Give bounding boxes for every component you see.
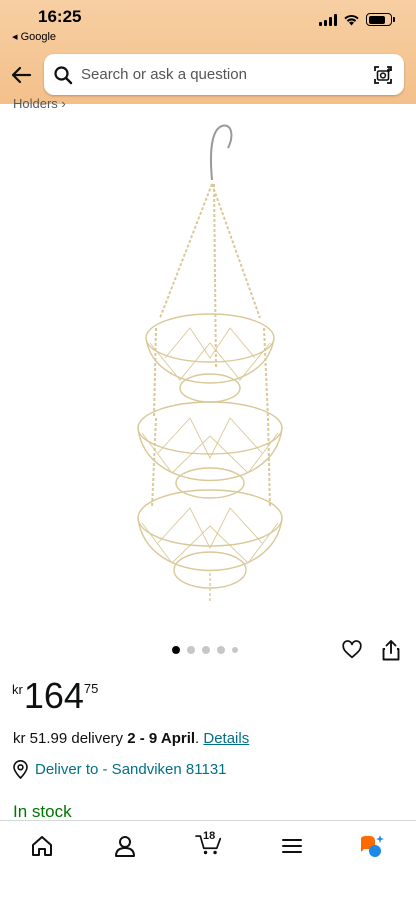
delivery-fee: kr 51.99 delivery (13, 730, 124, 747)
status-icons (319, 13, 395, 26)
product-price: kr 164 75 (12, 676, 98, 716)
carousel-dot[interactable] (232, 647, 238, 653)
price-fraction: 75 (83, 681, 99, 696)
delivery-info: kr 51.99 delivery 2 - 9 April. Details (13, 730, 250, 747)
location-pin-icon (13, 760, 28, 779)
search-icon (54, 65, 73, 84)
product-image[interactable] (110, 118, 310, 618)
carousel-dot[interactable] (217, 646, 225, 654)
cellular-signal-icon (319, 13, 337, 26)
cart-count-badge: 18 (203, 830, 216, 842)
account-icon[interactable] (111, 833, 139, 859)
share-icon[interactable] (380, 638, 402, 662)
breadcrumb[interactable]: Holders › (13, 96, 66, 111)
bottom-navigation: 18 (0, 820, 416, 900)
menu-icon[interactable] (278, 833, 306, 859)
delivery-details-link[interactable]: Details (203, 730, 249, 747)
back-arrow-icon[interactable] (9, 63, 33, 87)
app-header: 16:25 ◂ Google Search or ask a question (0, 0, 416, 104)
rufus-assistant-icon[interactable] (358, 833, 386, 859)
back-to-app-link[interactable]: ◂ Google (12, 30, 56, 43)
home-icon[interactable] (28, 833, 56, 859)
wishlist-heart-icon[interactable] (341, 639, 363, 661)
camera-search-icon[interactable] (372, 64, 394, 86)
search-input[interactable]: Search or ask a question (81, 66, 372, 83)
price-whole: 164 (23, 675, 84, 716)
deliver-to-location[interactable]: Deliver to - Sandviken 81131 (12, 760, 227, 779)
image-carousel-indicator[interactable] (172, 646, 238, 654)
delivery-dates: 2 - 9 April (127, 730, 196, 747)
carousel-dot[interactable] (187, 646, 195, 654)
carousel-dot[interactable] (202, 646, 210, 654)
deliver-to-label[interactable]: Deliver to - Sandviken 81131 (35, 761, 227, 778)
price-currency: kr (12, 682, 23, 697)
carousel-dot[interactable] (172, 646, 180, 654)
search-bar[interactable]: Search or ask a question (44, 54, 404, 95)
wifi-icon (344, 14, 359, 26)
status-time: 16:25 (38, 7, 82, 26)
stock-status: In stock (13, 802, 72, 821)
battery-icon (366, 13, 395, 26)
